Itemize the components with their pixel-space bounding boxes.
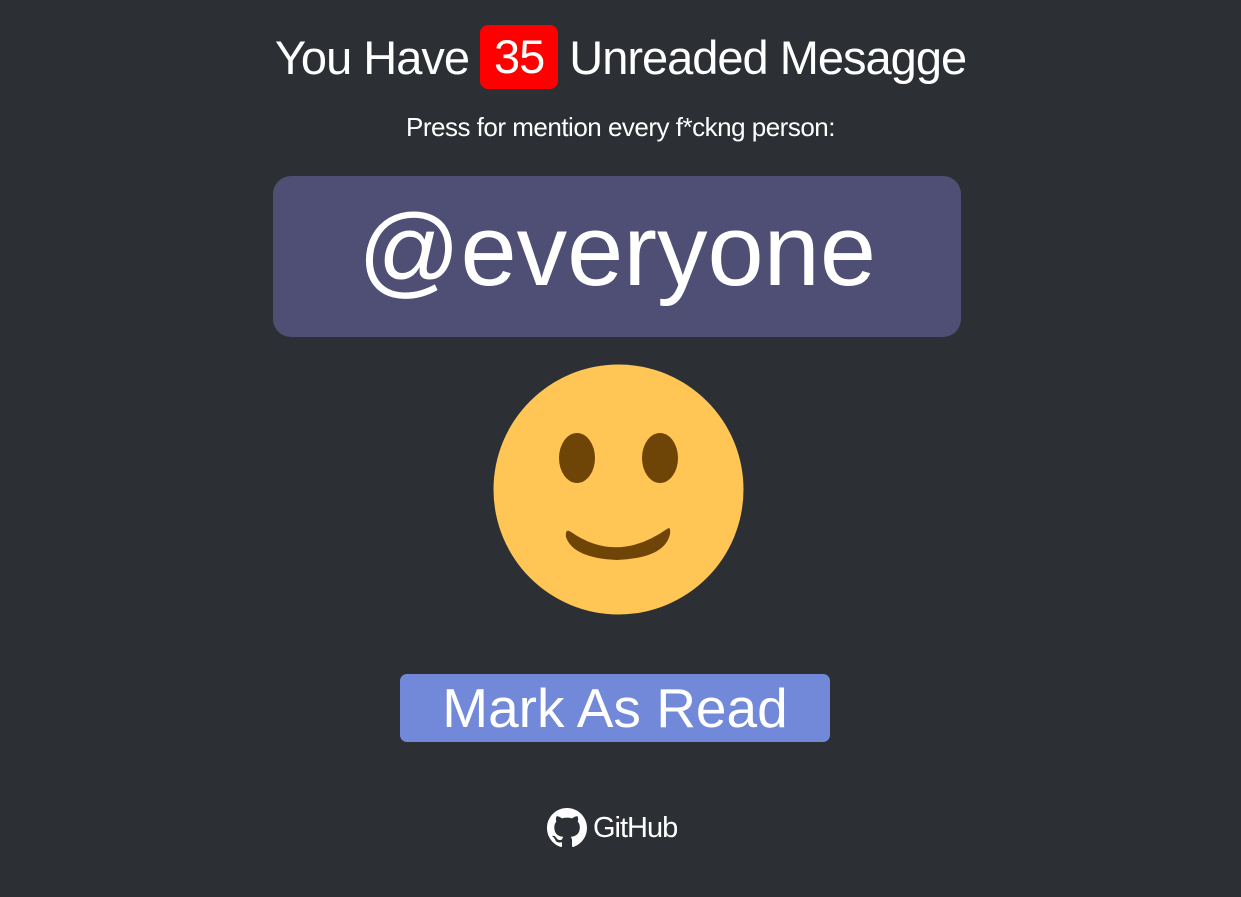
smiley-left-eye bbox=[559, 433, 595, 483]
github-link[interactable]: GitHub bbox=[547, 806, 678, 850]
github-link-label: GitHub bbox=[593, 811, 678, 844]
page: You Have 35 Unreaded Mesagge Press for m… bbox=[0, 0, 1241, 897]
subtitle: Press for mention every f*ckng person: bbox=[406, 112, 835, 142]
unread-headline: You Have 35 Unreaded Mesagge bbox=[0, 22, 1241, 92]
smiley-right-eye bbox=[642, 433, 678, 483]
mark-as-read-button[interactable]: Mark As Read bbox=[400, 674, 830, 742]
headline-prefix: You Have bbox=[274, 30, 470, 84]
slightly-smiling-face-icon bbox=[493, 364, 744, 615]
headline-suffix: Unreaded Mesagge bbox=[569, 30, 967, 84]
github-icon bbox=[547, 808, 587, 848]
unread-count-badge: 35 bbox=[479, 25, 559, 89]
everyone-mention-button[interactable]: @everyone bbox=[273, 176, 961, 337]
smiley-face bbox=[493, 364, 744, 615]
